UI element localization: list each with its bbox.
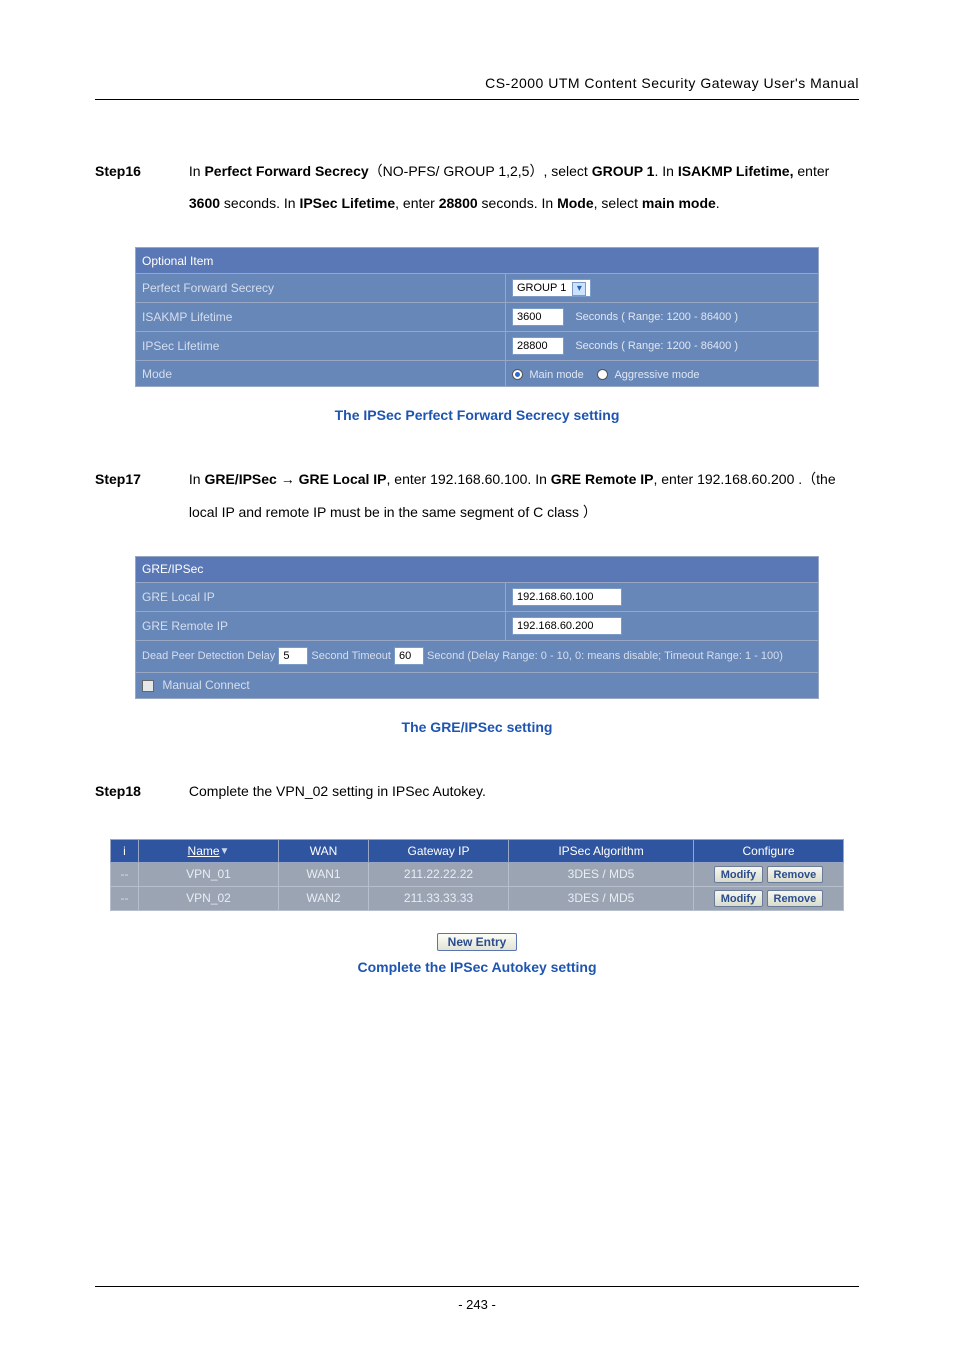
isakmp-input[interactable]: 3600 bbox=[512, 308, 564, 326]
step17: Step17 In GRE/IPSec → GRE Local IP, ente… bbox=[95, 463, 859, 527]
gre-local-label: GRE Local IP bbox=[136, 582, 506, 611]
pfs-select-value: GROUP 1 bbox=[517, 282, 566, 294]
ipsec-lifetime-label: IPSec Lifetime bbox=[136, 332, 506, 361]
fig1-caption: The IPSec Perfect Forward Secrecy settin… bbox=[95, 407, 859, 423]
page-header: CS-2000 UTM Content Security Gateway Use… bbox=[95, 75, 859, 100]
chevron-down-icon: ▾ bbox=[572, 282, 586, 296]
dpd-prefix: Dead Peer Detection Delay bbox=[142, 650, 275, 662]
row-gateway: 211.22.22.22 bbox=[369, 862, 509, 886]
gre-ipsec-header: GRE/IPSec bbox=[136, 556, 819, 582]
fig-optional-item: Optional Item Perfect Forward Secrecy GR… bbox=[135, 247, 819, 387]
step16-body: In Perfect Forward Secrecy（NO-PFS/ GROUP… bbox=[189, 155, 853, 219]
page-number: - 243 - bbox=[458, 1297, 496, 1312]
fig3-caption: Complete the IPSec Autokey setting bbox=[95, 959, 859, 975]
row-name: VPN_01 bbox=[139, 862, 279, 886]
row-wan: WAN1 bbox=[279, 862, 369, 886]
row-i: -- bbox=[111, 886, 139, 910]
table-row: --VPN_01WAN1211.22.22.223DES / MD5 Modify… bbox=[111, 862, 844, 886]
isakmp-range: Seconds ( Range: 1200 - 86400 ) bbox=[575, 311, 738, 323]
dpd-mid: Second Timeout bbox=[311, 650, 391, 662]
col-i[interactable]: i bbox=[111, 839, 139, 862]
aggressive-mode-text: Aggressive mode bbox=[614, 369, 699, 381]
row-i: -- bbox=[111, 862, 139, 886]
col-name[interactable]: Name▼ bbox=[139, 839, 279, 862]
ipsec-lifetime-range: Seconds ( Range: 1200 - 86400 ) bbox=[575, 340, 738, 352]
modify-button[interactable]: Modify bbox=[714, 890, 763, 907]
col-wan: WAN bbox=[279, 839, 369, 862]
main-mode-text: Main mode bbox=[529, 369, 583, 381]
row-wan: WAN2 bbox=[279, 886, 369, 910]
pfs-label: Perfect Forward Secrecy bbox=[136, 274, 506, 303]
fig-gre-ipsec: GRE/IPSec GRE Local IP 192.168.60.100 GR… bbox=[135, 556, 819, 699]
row-gateway: 211.33.33.33 bbox=[369, 886, 509, 910]
mode-label: Mode bbox=[136, 361, 506, 387]
row-name: VPN_02 bbox=[139, 886, 279, 910]
footer-rule bbox=[95, 1286, 859, 1287]
remove-button[interactable]: Remove bbox=[767, 890, 824, 907]
remove-button[interactable]: Remove bbox=[767, 866, 824, 883]
ipsec-lifetime-input[interactable]: 28800 bbox=[512, 337, 564, 355]
dpd-timeout-input[interactable]: 60 bbox=[394, 647, 424, 665]
aggressive-mode-radio[interactable] bbox=[597, 369, 608, 380]
sort-desc-icon: ▼ bbox=[220, 846, 230, 857]
col-configure: Configure bbox=[694, 839, 844, 862]
optional-item-header: Optional Item bbox=[136, 248, 819, 274]
manual-connect-checkbox[interactable] bbox=[142, 680, 154, 692]
step17-body: In GRE/IPSec → GRE Local IP, enter 192.1… bbox=[189, 463, 853, 527]
step16: Step16 In Perfect Forward Secrecy（NO-PFS… bbox=[95, 155, 859, 219]
fig-autokey-table: i Name▼ WAN Gateway IP IPSec Algorithm C… bbox=[110, 839, 844, 951]
modify-button[interactable]: Modify bbox=[714, 866, 763, 883]
col-gateway: Gateway IP bbox=[369, 839, 509, 862]
step18: Step18 Complete the VPN_02 setting in IP… bbox=[95, 775, 859, 807]
dpd-delay-input[interactable]: 5 bbox=[278, 647, 308, 665]
isakmp-label: ISAKMP Lifetime bbox=[136, 303, 506, 332]
gre-remote-label: GRE Remote IP bbox=[136, 611, 506, 640]
table-row: --VPN_02WAN2211.33.33.333DES / MD5 Modify… bbox=[111, 886, 844, 910]
row-algorithm: 3DES / MD5 bbox=[509, 862, 694, 886]
step18-label: Step18 bbox=[95, 775, 185, 807]
gre-local-input[interactable]: 192.168.60.100 bbox=[512, 588, 622, 606]
col-algorithm: IPSec Algorithm bbox=[509, 839, 694, 862]
fig2-caption: The GRE/IPSec setting bbox=[95, 719, 859, 735]
gre-remote-input[interactable]: 192.168.60.200 bbox=[512, 617, 622, 635]
main-mode-radio[interactable] bbox=[512, 369, 523, 380]
step18-body: Complete the VPN_02 setting in IPSec Aut… bbox=[189, 775, 853, 807]
manual-connect-label: Manual Connect bbox=[162, 678, 249, 692]
step17-label: Step17 bbox=[95, 463, 185, 495]
new-entry-button[interactable]: New Entry bbox=[437, 933, 518, 951]
step16-label: Step16 bbox=[95, 155, 185, 187]
row-algorithm: 3DES / MD5 bbox=[509, 886, 694, 910]
dpd-suffix: Second (Delay Range: 0 - 10, 0: means di… bbox=[427, 650, 783, 662]
pfs-select[interactable]: GROUP 1 ▾ bbox=[512, 279, 591, 297]
